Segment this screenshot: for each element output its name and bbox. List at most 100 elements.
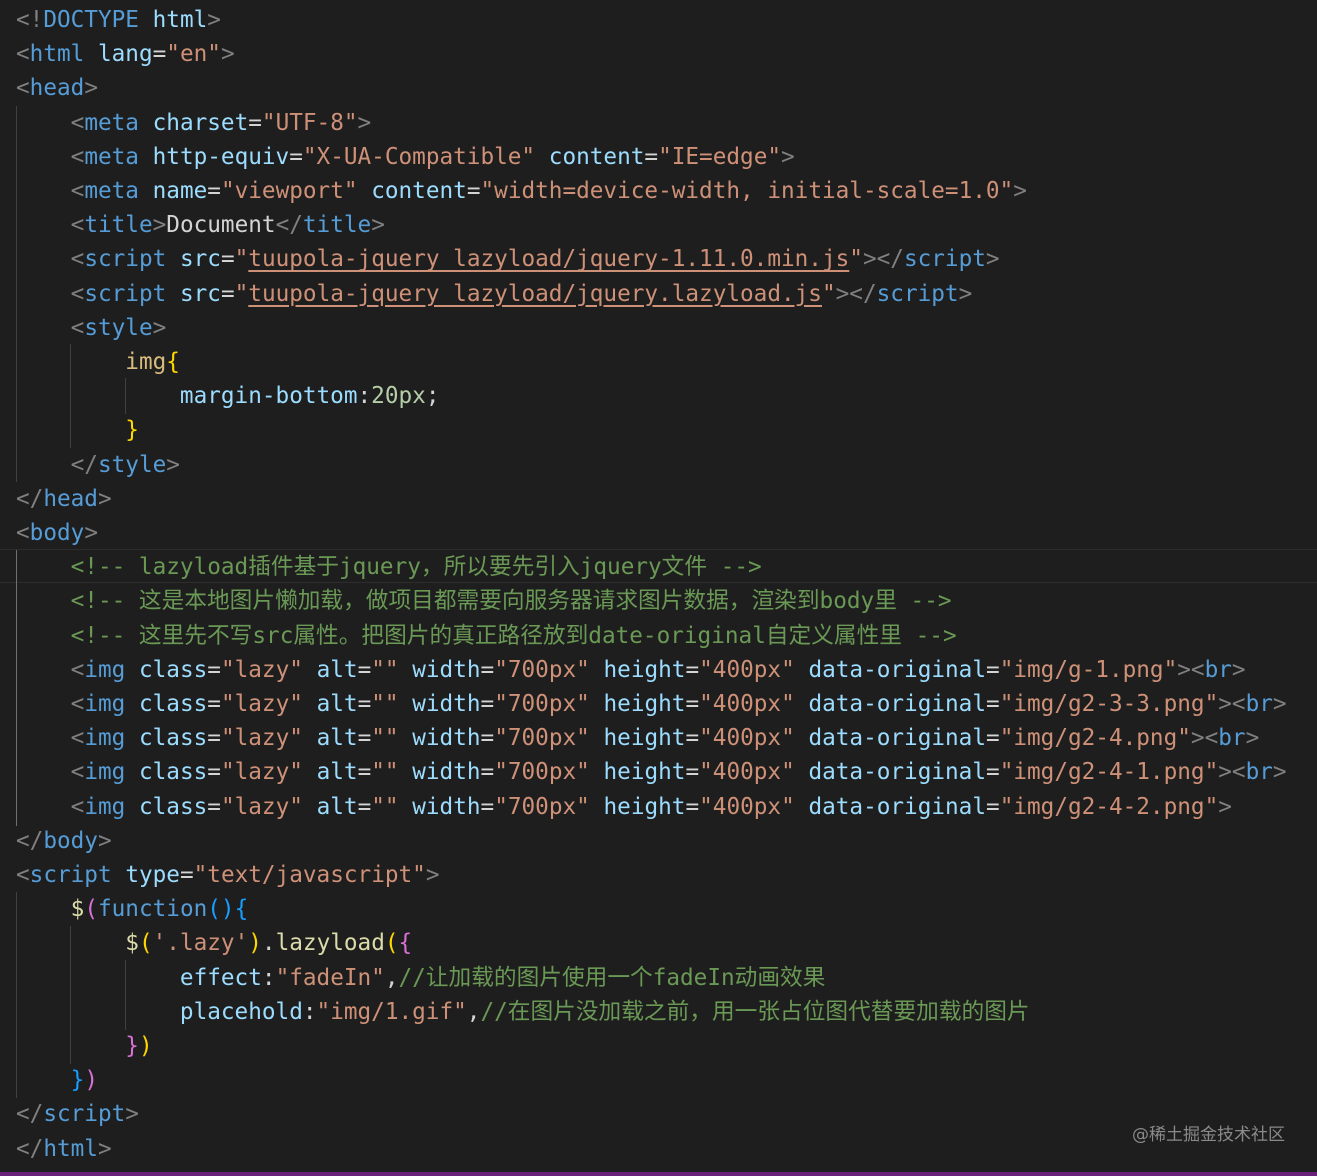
- code-token: margin-bottom: [179, 383, 358, 410]
- code-token: class: [138, 793, 208, 820]
- code-token: <: [70, 212, 85, 239]
- code-token: alt: [316, 725, 358, 752]
- code-token: height: [603, 793, 686, 820]
- code-token: .: [261, 930, 276, 957]
- code-token: meta: [84, 178, 139, 204]
- code-editor[interactable]: <!DOCTYPE html> <html lang="en"> <head> <m…: [0, 0, 1317, 1172]
- code-token: "": [371, 691, 399, 717]
- code-token: =: [152, 41, 167, 68]
- code-line: }): [16, 1029, 152, 1063]
- code-token: ></: [835, 280, 877, 307]
- code-token: =: [986, 793, 1000, 820]
- code-token: src: [179, 280, 221, 307]
- code-token: =: [179, 862, 194, 888]
- code-token: "lazy": [220, 793, 303, 820]
- code-token: effect: [179, 964, 262, 991]
- code-token: lang: [97, 41, 153, 68]
- code-token: data-original: [808, 793, 987, 820]
- code-token: tuupola-jquery_lazyload/jquery-1.11.0.mi…: [248, 246, 850, 273]
- code-token: <: [70, 178, 85, 204]
- code-token: body: [29, 520, 85, 546]
- code-token: img: [84, 793, 126, 820]
- code-line: <head>: [16, 71, 98, 105]
- code-token: '.lazy': [152, 930, 249, 957]
- code-token: //在图片没加载之前，用一张占位图代替要加载的图片: [480, 998, 1030, 1025]
- code-token: "700px": [494, 793, 590, 820]
- code-token: <: [70, 793, 85, 820]
- code-token: head: [43, 485, 98, 512]
- code-token: {: [398, 930, 413, 957]
- code-token: class: [138, 691, 208, 717]
- code-token: meta: [84, 143, 139, 170]
- code-token: =: [207, 759, 221, 786]
- code-token: alt: [316, 793, 358, 820]
- code-token: ><: [1177, 656, 1205, 683]
- code-token: http-equiv: [152, 143, 290, 170]
- code-token: <: [70, 280, 85, 307]
- code-token: content: [371, 178, 467, 204]
- code-token: ,: [384, 964, 399, 991]
- code-token: >: [84, 75, 98, 102]
- code-line: <body>: [16, 516, 98, 550]
- code-token: "fadeIn": [275, 964, 385, 991]
- code-line: <!-- 这里先不写src属性。把图片的真正路径放到date-original自…: [16, 619, 957, 653]
- code-line: </html>: [16, 1132, 112, 1166]
- code-token: title: [302, 212, 372, 239]
- code-token: >: [166, 451, 180, 478]
- code-line: </body>: [16, 824, 112, 858]
- code-token: "img/g2-4.png": [999, 725, 1191, 752]
- code-token: =: [357, 691, 372, 717]
- code-token: =: [220, 280, 235, 307]
- code-token: br: [1204, 656, 1232, 683]
- code-line: <meta name="viewport" content="width=dev…: [16, 174, 1027, 208]
- code-token: =: [644, 143, 659, 170]
- code-token: "IE=edge": [658, 143, 782, 170]
- code-token: ,: [466, 998, 481, 1025]
- code-token: "700px": [494, 725, 590, 752]
- code-line: <meta http-equiv="X-UA-Compatible" conte…: [16, 140, 795, 174]
- code-token: script: [29, 862, 112, 888]
- code-token: <: [16, 862, 30, 888]
- code-token: ><: [1190, 725, 1219, 752]
- code-token: width: [412, 759, 481, 786]
- code-token: ": [234, 280, 249, 307]
- code-token: :: [357, 383, 372, 410]
- code-token: =: [685, 793, 700, 820]
- code-token: </: [16, 827, 44, 854]
- code-token: charset: [152, 109, 249, 136]
- code-token: ><: [1218, 759, 1246, 786]
- code-line: <html lang="en">: [16, 37, 235, 71]
- code-line: </script>: [16, 1097, 139, 1131]
- code-token: "": [371, 725, 399, 752]
- code-token: =: [220, 246, 235, 273]
- code-token: "400px": [699, 691, 795, 717]
- code-token: }: [125, 417, 139, 444]
- code-line: <img class="lazy" alt="" width="700px" h…: [16, 721, 1260, 755]
- code-token: ><: [1218, 691, 1246, 717]
- code-token: "text/javascript": [193, 862, 426, 888]
- code-token: "400px": [699, 793, 795, 820]
